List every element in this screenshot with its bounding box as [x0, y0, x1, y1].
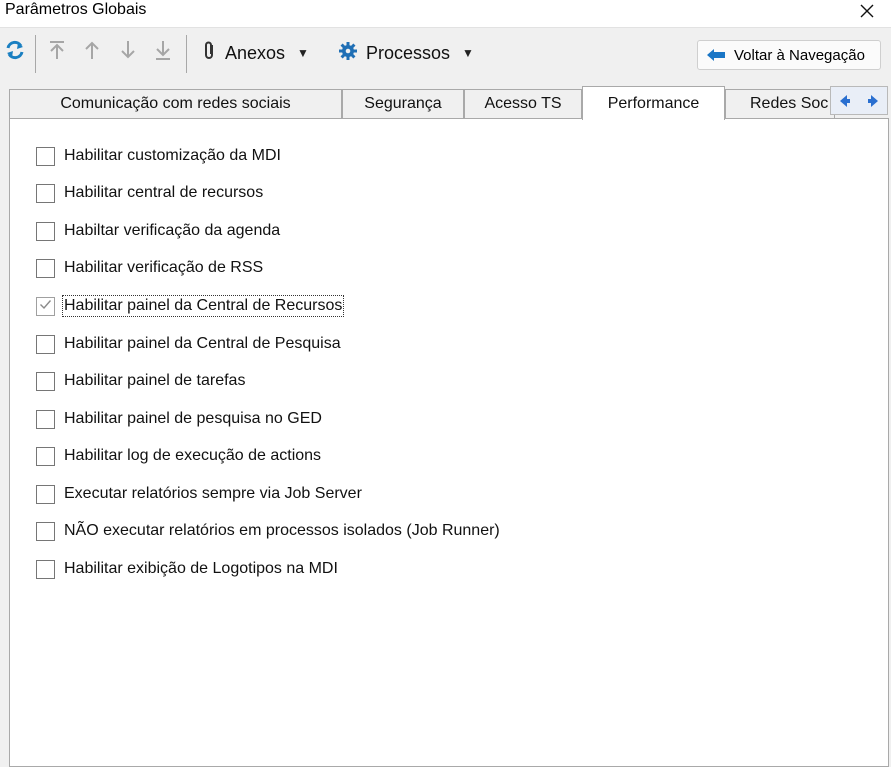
move-top-icon — [47, 39, 67, 66]
option-label: Habiltar verificação da agenda — [64, 222, 281, 239]
option-painel-central-pesquisa[interactable]: Habilitar painel da Central de Pesquisa — [36, 332, 343, 356]
refresh-button[interactable] — [2, 38, 28, 66]
option-job-server[interactable]: Executar relatórios sempre via Job Serve… — [36, 482, 364, 506]
scroll-left-icon[interactable] — [838, 94, 852, 108]
option-job-runner[interactable]: NÃO executar relatórios em processos iso… — [36, 519, 502, 543]
tab-label: Comunicação com redes sociais — [60, 95, 291, 112]
refresh-icon — [4, 39, 26, 66]
option-label: Habilitar painel de tarefas — [64, 372, 246, 389]
tab-redes-sociais[interactable]: Redes Soc — [725, 89, 835, 118]
option-painel-pesquisa-ged[interactable]: Habilitar painel de pesquisa no GED — [36, 407, 324, 431]
processos-menu[interactable]: Processos ▼ — [338, 38, 474, 68]
performance-panel: Habilitar customização da MDI Habilitar … — [9, 118, 889, 767]
chevron-down-icon: ▼ — [297, 46, 309, 60]
option-verificacao-agenda[interactable]: Habiltar verificação da agenda — [36, 219, 282, 243]
tab-label: Acesso TS — [484, 95, 562, 112]
tab-performance[interactable]: Performance — [582, 86, 725, 120]
option-label: Habilitar painel da Central de Recursos — [62, 295, 345, 317]
close-icon — [859, 2, 875, 25]
option-painel-central-recursos[interactable]: Habilitar painel da Central de Recursos — [36, 294, 345, 318]
option-label: Habilitar log de execução de actions — [64, 447, 322, 464]
title-bar: Parâmetros Globais — [0, 0, 891, 28]
checkbox[interactable] — [36, 183, 55, 203]
option-central-recursos[interactable]: Habilitar central de recursos — [36, 181, 265, 205]
option-painel-tarefas[interactable]: Habilitar painel de tarefas — [36, 369, 247, 393]
close-button[interactable] — [843, 0, 891, 27]
scroll-right-icon[interactable] — [866, 94, 880, 108]
processos-label: Processos — [366, 42, 451, 63]
option-customizacao-mdi[interactable]: Habilitar customização da MDI — [36, 144, 283, 168]
checkbox[interactable] — [36, 446, 55, 466]
option-logotipos-mdi[interactable]: Habilitar exibição de Logotipos na MDI — [36, 557, 340, 581]
option-label: Habilitar exibição de Logotipos na MDI — [64, 560, 338, 577]
back-to-navigation-button[interactable]: Voltar à Navegação — [697, 40, 881, 70]
back-button-label: Voltar à Navegação — [734, 46, 865, 64]
window-title: Parâmetros Globais — [5, 1, 147, 18]
option-label: Habilitar customização da MDI — [64, 147, 281, 164]
move-up-button[interactable] — [79, 38, 105, 66]
toolbar: Anexos ▼ Processos ▼ Voltar à Navegação — [0, 28, 891, 80]
checkbox[interactable] — [36, 409, 55, 429]
anexos-label: Anexos — [225, 42, 286, 63]
checkbox[interactable] — [36, 371, 55, 391]
option-label: Habilitar painel da Central de Pesquisa — [64, 335, 341, 352]
option-verificacao-rss[interactable]: Habilitar verificação de RSS — [36, 256, 265, 280]
tab-strip: Comunicação com redes sociais Segurança … — [0, 86, 891, 120]
tab-comunicacao[interactable]: Comunicação com redes sociais — [9, 89, 342, 118]
checkbox[interactable] — [36, 221, 55, 241]
move-top-button[interactable] — [44, 38, 70, 66]
checkbox-checked[interactable] — [36, 296, 55, 316]
toolbar-separator — [186, 35, 187, 73]
anexos-menu[interactable]: Anexos ▼ — [203, 38, 309, 68]
tab-label: Performance — [607, 94, 700, 112]
toolbar-separator — [35, 35, 36, 73]
checkmark-icon — [39, 297, 52, 315]
arrow-up-icon — [82, 39, 102, 66]
tab-label: Segurança — [364, 95, 442, 112]
tab-scroll-buttons — [830, 86, 888, 115]
tab-seguranca[interactable]: Segurança — [342, 89, 464, 118]
move-bottom-button[interactable] — [150, 38, 176, 66]
checkbox[interactable] — [36, 258, 55, 278]
option-log-actions[interactable]: Habilitar log de execução de actions — [36, 444, 323, 468]
gear-icon — [338, 41, 358, 66]
checkbox[interactable] — [36, 521, 55, 541]
tab-acesso-ts[interactable]: Acesso TS — [464, 89, 582, 118]
checkbox[interactable] — [36, 146, 55, 166]
option-label: Habilitar verificação de RSS — [64, 259, 264, 276]
back-arrow-icon — [706, 48, 726, 62]
option-label: NÃO executar relatórios em processos iso… — [64, 522, 500, 539]
checkbox[interactable] — [36, 334, 55, 354]
arrow-down-icon — [118, 39, 138, 66]
move-bottom-icon — [153, 39, 173, 66]
paperclip-icon — [203, 40, 217, 67]
option-label: Executar relatórios sempre via Job Serve… — [64, 485, 362, 502]
option-label: Habilitar painel de pesquisa no GED — [64, 410, 322, 427]
checkbox[interactable] — [36, 484, 55, 504]
move-down-button[interactable] — [115, 38, 141, 66]
chevron-down-icon: ▼ — [462, 46, 474, 60]
checkbox[interactable] — [36, 559, 55, 579]
option-label: Habilitar central de recursos — [64, 184, 264, 201]
tab-label: Redes Soc — [750, 95, 829, 112]
